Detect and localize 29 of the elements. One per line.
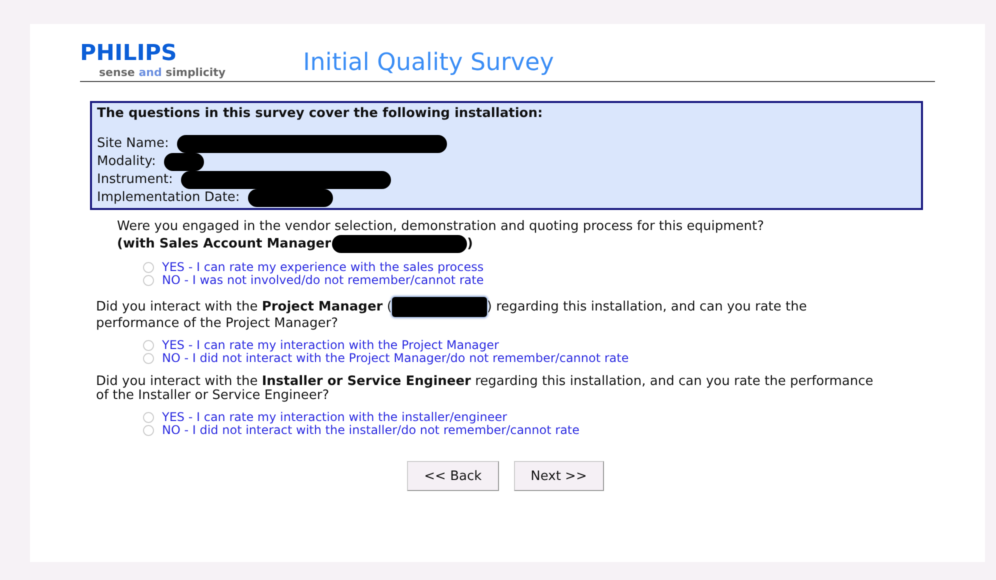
option-label[interactable]: NO - I did not interact with the installer/do not remember/cannot rate [162,424,580,437]
option-label[interactable]: YES - I can rate my interaction with the installer/engineer [162,411,508,424]
field-label: Implementation Date: [97,191,240,205]
option-label[interactable]: YES - I can rate my interaction with the Project Manager [162,339,499,352]
radio-button[interactable] [143,275,154,286]
question-text: Were you engaged in the vendor selection, demonstration and quoting process for this equipment? [117,220,766,234]
radio-button[interactable] [143,262,154,273]
radio-button[interactable] [143,412,154,423]
question-text: performance of the Project Manager? [96,317,340,331]
question-text: ) regarding this installation, and can you rate the [486,300,807,315]
logo-tagline: sense and simplicity [99,66,227,80]
page-title: Initial Quality Survey [303,47,554,77]
option-label[interactable]: NO - I did not interact with the Project Manager/do not remember/cannot rate [162,352,629,365]
radio-button[interactable] [143,353,154,364]
question-text: Did you interact with the Project Manager ( [96,300,392,315]
radio-button[interactable] [143,340,154,351]
field-label: Instrument: [97,173,173,187]
logo-wordmark: PHILIPS [80,42,178,66]
option-label[interactable]: NO - I was not involved/do not remember/cannot rate [162,274,484,287]
question-text: (with Sales Account Manager [117,236,331,252]
field-label: Modality: [97,155,156,169]
radio-button[interactable] [143,425,154,436]
question-text: Did you interact with the Installer or Service Engineer regarding this installation, and can you rate the performance of the Installer or Service Engineer? [96,375,874,403]
panel-heading: The questions in this survey cover the following installation: [97,107,544,121]
next-button[interactable]: Next >> [514,461,604,491]
field-label: Site Name: [97,137,169,151]
option-label[interactable]: YES - I can rate my experience with the sales process [162,261,484,274]
question-text: ) [467,236,473,252]
back-button[interactable]: << Back [407,461,499,491]
